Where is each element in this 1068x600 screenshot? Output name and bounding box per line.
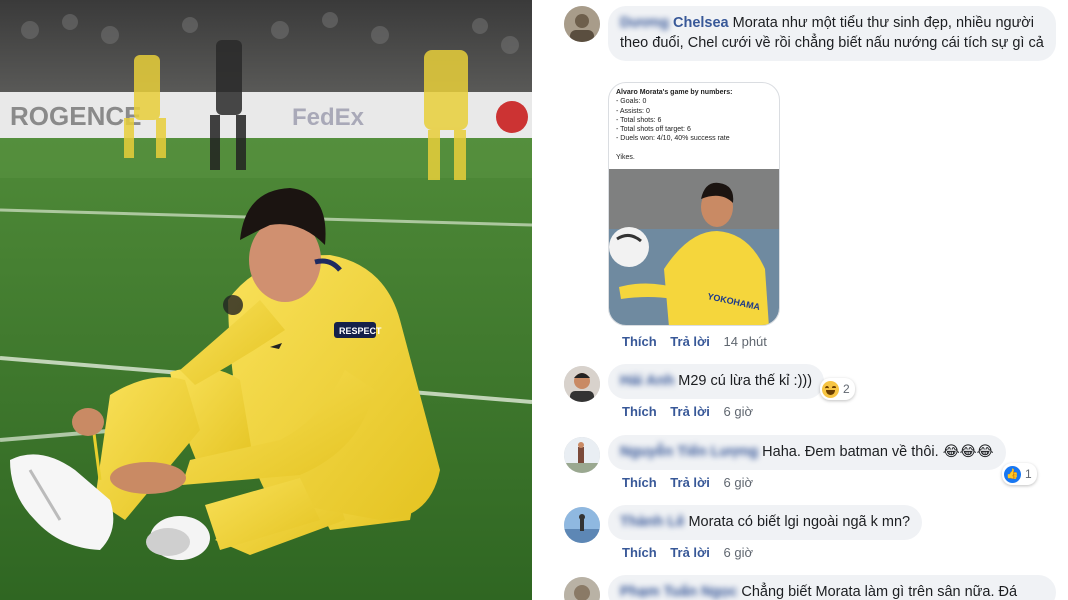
comment-bubble: Dương Chelsea Morata như một tiểu thư sinh… <box>608 6 1056 61</box>
comment-time[interactable]: 6 giờ <box>724 404 754 419</box>
like-icon: 👍 <box>1004 465 1021 483</box>
like-link[interactable]: Thích <box>622 545 657 560</box>
reply-link[interactable]: Trả lời <box>670 545 710 560</box>
comment: Phạm Tuấn Ngọc Chẳng biết Morata làm gì t… <box>564 575 1064 600</box>
comment-time[interactable]: 6 giờ <box>724 545 754 560</box>
avatar[interactable] <box>564 437 600 473</box>
like-link[interactable]: Thích <box>622 475 657 490</box>
image-divider <box>532 0 536 600</box>
comment-author-blurred[interactable]: Thành Lê <box>620 514 684 530</box>
comment-actions: Thích Trả lời 6 giờ <box>622 545 763 560</box>
comment-author-blurred[interactable]: Phạm Tuấn Ngọc <box>620 584 737 600</box>
avatar[interactable] <box>564 577 600 600</box>
comment-text: Morata có biết lgi ngoài ngã k mn? <box>688 514 911 530</box>
comment-author-blurred[interactable]: Hải Anh <box>620 373 674 389</box>
comment-actions: Thích Trả lời 6 giờ <box>622 404 763 419</box>
tweet-line <box>616 144 772 153</box>
comment-author-blurred[interactable]: Dương <box>620 15 669 31</box>
comment-bubble: Hải Anh M29 cú lừa thế kỉ :))) <box>608 364 825 399</box>
tweet-line: Alvaro Morata's game by numbers: <box>616 89 733 96</box>
tweet-line: Yikes. <box>616 154 635 162</box>
comment-actions: Thích Trả lời 14 phút <box>622 334 777 349</box>
reaction-badge[interactable]: 👍 1 <box>1002 463 1037 485</box>
comment: Thành Lê Morata có biết lgi ngoài ngã k m… <box>564 505 1064 565</box>
tweet-line: - Total shots: 6 <box>616 116 662 124</box>
comments-panel: Dương Chelsea Morata như một tiểu thư sinh… <box>548 0 1068 600</box>
attachment-photo: YOKOHAMA <box>609 169 779 325</box>
comment-time[interactable]: 14 phút <box>724 334 767 349</box>
reaction-count: 2 <box>843 382 850 396</box>
reply-link[interactable]: Trả lời <box>670 475 710 490</box>
comment-text: Chẳng biết Morata làm gì trên sân nữa. Đ… <box>741 584 1018 600</box>
comment-bubble: Thành Lê Morata có biết lgi ngoài ngã k m… <box>608 505 923 540</box>
comment-author-blurred[interactable]: Nguyễn Tiến Lượng <box>620 444 758 460</box>
comment-author[interactable]: Chelsea <box>673 15 729 31</box>
comment-time[interactable]: 6 giờ <box>724 475 754 490</box>
comment: Dương Chelsea Morata như một tiểu thư sinh… <box>564 6 1064 356</box>
football-photo: ROGENCE FedEx RESPECT <box>0 0 532 600</box>
comment-attachment[interactable]: Alvaro Morata's game by numbers: - Goals… <box>608 82 780 326</box>
like-link[interactable]: Thích <box>622 334 657 349</box>
avatar[interactable] <box>564 366 600 402</box>
haha-icon <box>822 380 839 398</box>
board-text-2: FedEx <box>292 104 365 131</box>
tweet-screenshot-text: Alvaro Morata's game by numbers: - Goals… <box>609 83 779 169</box>
tweet-line: - Assists: 0 <box>616 107 650 115</box>
reply-link[interactable]: Trả lời <box>670 404 710 419</box>
comment-bubble: Phạm Tuấn Ngọc Chẳng biết Morata làm gì t… <box>608 575 1056 600</box>
reply-link[interactable]: Trả lời <box>670 334 710 349</box>
reaction-badge[interactable]: 2 <box>820 378 855 400</box>
comment-text: M29 cú lừa thế kỉ :))) <box>678 373 813 389</box>
like-link[interactable]: Thích <box>622 404 657 419</box>
tweet-line: - Total shots off target: 6 <box>616 126 691 134</box>
comment-actions: Thích Trả lời 6 giờ <box>622 475 763 490</box>
avatar[interactable] <box>564 507 600 543</box>
tweet-line: - Goals: 0 <box>616 98 647 106</box>
board-text-1: ROGENCE <box>10 101 141 131</box>
comment: Nguyễn Tiến Lượng Haha. Đem batman về thô… <box>564 435 1064 495</box>
armband-text: RESPECT <box>339 326 382 336</box>
tweet-line: - Duels won: 4/10, 40% success rate <box>616 135 730 143</box>
reaction-count: 1 <box>1025 467 1032 481</box>
comment: Hải Anh M29 cú lừa thế kỉ :))) 2 Thích Tr… <box>564 364 1064 424</box>
comment-text: Haha. Đem batman về thôi. 😂😂😂 <box>762 444 994 460</box>
comment-bubble: Nguyễn Tiến Lượng Haha. Đem batman về thô… <box>608 435 1006 470</box>
avatar[interactable] <box>564 6 600 42</box>
